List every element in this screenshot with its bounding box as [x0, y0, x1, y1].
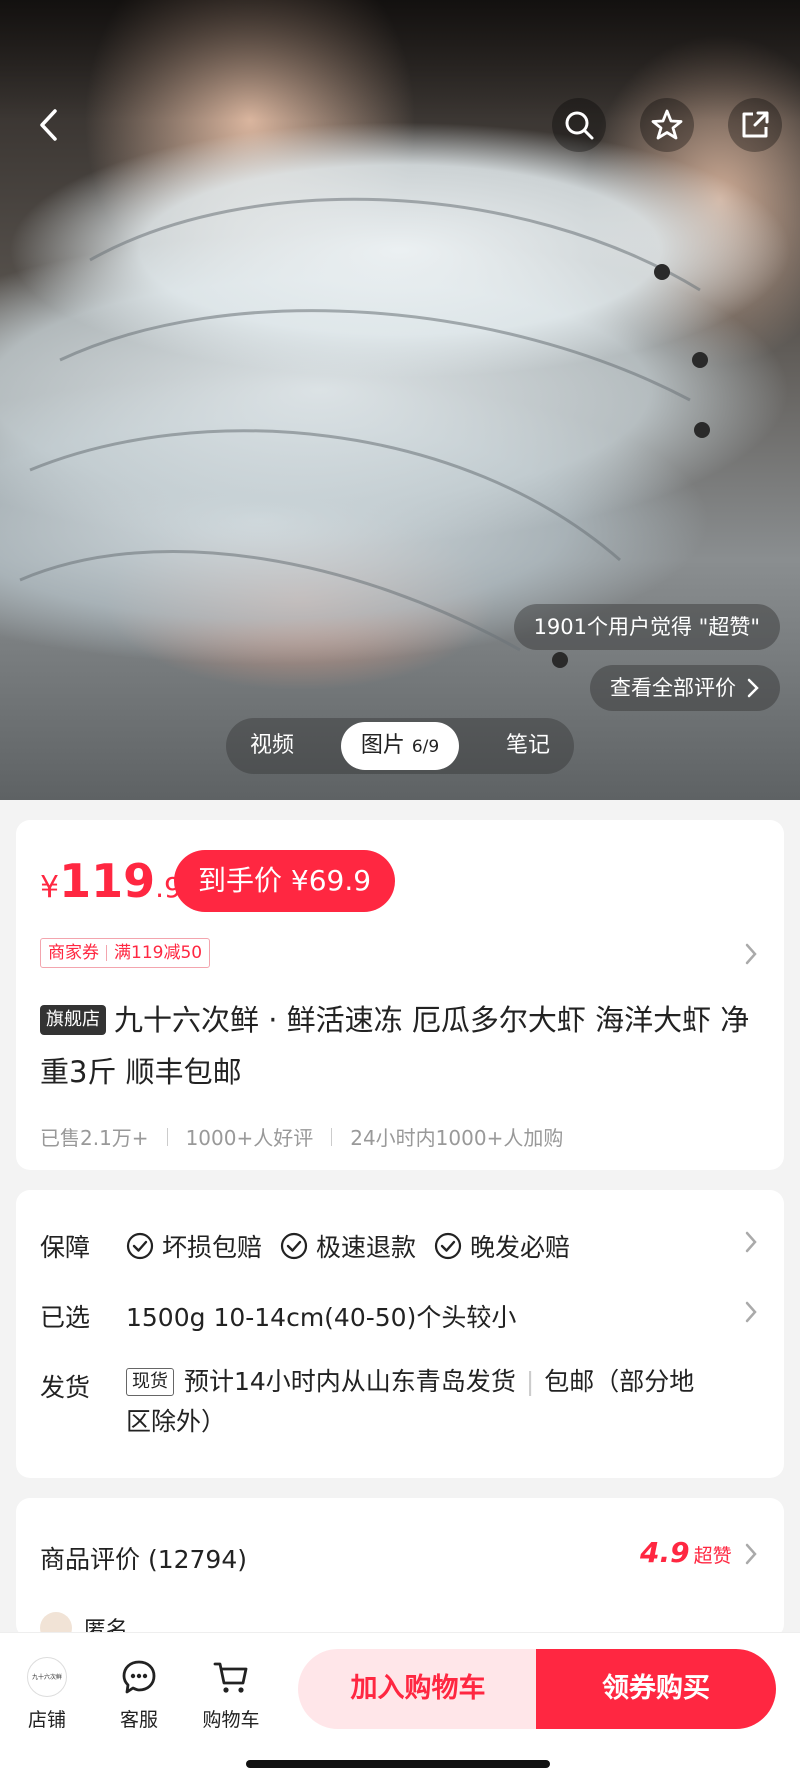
search-button[interactable]: [552, 98, 606, 152]
search-icon: [565, 111, 594, 140]
reviews-title: 商品评价 (12794): [40, 1545, 247, 1574]
service-card: 保障 坏损包赔 极速退款 晚发必赔 已选 1500g 10-14cm(40-50…: [16, 1190, 784, 1478]
store-logo-text: 九十六次鲜: [27, 1657, 67, 1697]
tab-images[interactable]: 图片 6/9: [340, 722, 460, 770]
price-card: ¥ 119 .9 到手价 ¥69.9 商家券 满119减50 旗舰店 九十六次鲜 …: [16, 820, 784, 1170]
cart-button[interactable]: 购物车: [196, 1655, 266, 1732]
cart-label: 购物车: [202, 1709, 260, 1731]
view-reviews-label: 查看全部评价: [610, 676, 736, 700]
check-circle-icon: [126, 1232, 154, 1260]
coupon-tag[interactable]: 商家券 满119减50: [40, 938, 211, 968]
reviews-card[interactable]: 商品评价 (12794) 4.9 超赞 匿名: [16, 1498, 784, 1644]
check-circle-icon: [280, 1232, 308, 1260]
guarantee-chevron-icon[interactable]: [742, 1230, 760, 1254]
stat-divider: [166, 1127, 168, 1146]
check-circle-icon: [434, 1232, 462, 1260]
add-to-cart-button[interactable]: 加入购物车: [298, 1649, 538, 1729]
chevron-left-icon: [40, 109, 57, 141]
sku-chevron-icon[interactable]: [742, 1300, 760, 1324]
guarantee-damage: 坏损包赔: [162, 1233, 263, 1262]
ship-info: 现货 预计14小时内从山东青岛发货 | 包邮（部分地区除外）: [126, 1362, 706, 1442]
store-label: 店铺: [27, 1709, 66, 1731]
price-symbol: ¥: [40, 870, 60, 905]
ship-divider: |: [525, 1367, 535, 1396]
share-button[interactable]: [728, 98, 782, 152]
guarantee-refund: 极速退款: [316, 1233, 417, 1262]
product-image-carousel[interactable]: 1901个用户觉得 "超赞" 查看全部评价 视频 图片 6/9 笔记: [0, 0, 800, 800]
media-tabs: 视频 图片 6/9 笔记: [226, 718, 574, 774]
stat-divider: [331, 1127, 333, 1146]
review-score-label: 超赞: [693, 1545, 732, 1567]
star-icon: [651, 109, 683, 140]
praise-text: 1901个用户觉得 "超赞": [533, 615, 760, 639]
selected-sku-row[interactable]: 已选 1500g 10-14cm(40-50)个头较小: [40, 1298, 516, 1334]
reviews-chevron-icon[interactable]: [742, 1542, 760, 1566]
guarantee-item: 极速退款: [280, 1228, 416, 1264]
guarantee-label: 保障: [40, 1233, 91, 1262]
buy-with-coupon-button[interactable]: 领券购买: [536, 1649, 776, 1729]
tab-images-counter: 6/9: [411, 737, 440, 757]
favorite-button[interactable]: [640, 98, 694, 152]
tab-video-label: 视频: [250, 733, 295, 758]
price: ¥ 119 .9: [40, 854, 182, 908]
review-score-value: 4.9: [640, 1536, 690, 1569]
review-score: 4.9 超赞: [640, 1536, 732, 1569]
selected-label: 已选: [40, 1303, 91, 1332]
tab-notes-label: 笔记: [505, 733, 550, 758]
coupon-type: 商家券: [48, 943, 99, 963]
stat-good-reviews: 1000+人好评: [185, 1126, 314, 1150]
service-label: 客服: [119, 1709, 158, 1731]
ship-text: 预计14小时内从山东青岛发货: [184, 1367, 516, 1396]
tab-video[interactable]: 视频: [230, 722, 314, 770]
flagship-badge: 旗舰店: [40, 1005, 106, 1035]
chat-icon: [122, 1660, 156, 1694]
final-price-badge: 到手价 ¥69.9: [174, 850, 396, 912]
guarantee-item: 晚发必赔: [434, 1228, 570, 1264]
stat-added-to-cart: 24小时内1000+人加购: [350, 1126, 564, 1150]
selected-value: 1500g 10-14cm(40-50)个头较小: [126, 1303, 517, 1332]
store-button[interactable]: 九十六次鲜 店铺: [12, 1655, 82, 1732]
guarantee-row[interactable]: 保障 坏损包赔 极速退款 晚发必赔: [40, 1228, 588, 1264]
guarantee-late: 晚发必赔: [470, 1233, 571, 1262]
home-indicator: [246, 1760, 550, 1768]
shipping-row: 发货 现货 预计14小时内从山东青岛发货 | 包邮（部分地区除外）: [40, 1367, 740, 1442]
cart-icon: [213, 1662, 248, 1693]
praise-badge: 1901个用户觉得 "超赞": [513, 604, 780, 650]
store-logo: 九十六次鲜: [12, 1655, 82, 1699]
in-stock-tag: 现货: [126, 1368, 174, 1396]
view-all-reviews-button[interactable]: 查看全部评价: [590, 665, 780, 711]
back-button[interactable]: [28, 100, 68, 150]
tab-notes[interactable]: 笔记: [486, 722, 570, 770]
ship-label: 发货: [40, 1373, 91, 1402]
product-title: 旗舰店 九十六次鲜 · 鲜活速冻 厄瓜多尔大虾 海洋大虾 净重3斤 顺丰包邮: [40, 994, 760, 1098]
coupon-rule: 满119减50: [114, 943, 203, 963]
stat-sold: 已售2.1万+: [40, 1126, 149, 1150]
share-icon: [742, 111, 769, 138]
guarantee-item: 坏损包赔: [126, 1228, 262, 1264]
chevron-right-icon: [747, 678, 759, 698]
product-title-text: 九十六次鲜 · 鲜活速冻 厄瓜多尔大虾 海洋大虾 净重3斤 顺丰包邮: [40, 1003, 750, 1089]
coupon-chevron-icon[interactable]: [742, 942, 760, 966]
tab-images-label: 图片: [360, 733, 405, 758]
price-integer: 119: [59, 854, 156, 908]
customer-service-button[interactable]: 客服: [104, 1655, 174, 1732]
bottom-action-bar: 九十六次鲜 店铺 客服 购物车 加入购物车 领券购买: [0, 1632, 800, 1780]
sales-stats: 已售2.1万+ 1000+人好评 24小时内1000+人加购: [40, 1122, 563, 1151]
